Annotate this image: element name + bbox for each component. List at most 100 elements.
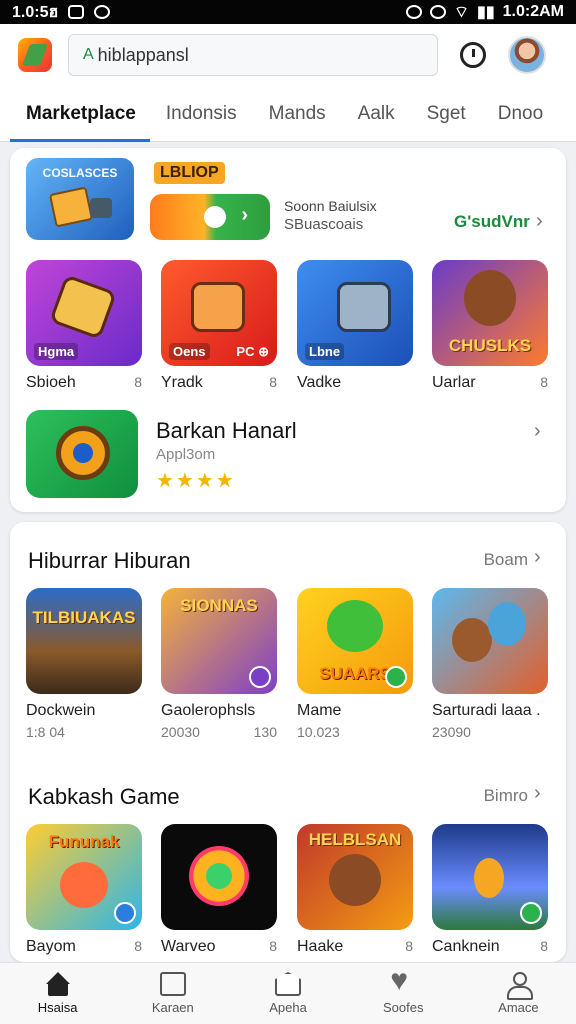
search-value: hiblappansl	[97, 44, 189, 65]
section-title: Kabkash Game	[28, 784, 180, 809]
nav-favorites[interactable]: Soofes	[346, 963, 461, 1024]
app-card[interactable]: SIONNAS Gaolerophsls 20030 130	[161, 588, 277, 740]
nav-apps[interactable]: Apeha	[230, 963, 345, 1024]
app-name: Sbioeh	[26, 374, 76, 391]
search-input[interactable]: A hiblappansl	[68, 34, 438, 76]
status-time-right: 1.0:2AM	[502, 3, 564, 20]
app-downloads: 10.023	[297, 724, 340, 740]
nav-label: Hsaisa	[37, 1000, 78, 1015]
sync-icon	[94, 5, 111, 19]
home-icon	[45, 972, 71, 996]
app-card[interactable]: Oens PC ⊕ Yradk 8	[161, 260, 277, 392]
badge-icon	[520, 902, 542, 924]
app-icon	[432, 824, 548, 930]
app-card[interactable]: TILBIUAKAS Dockwein 1:8 04	[26, 588, 142, 740]
app-icon: CHUSLKS	[432, 260, 548, 366]
tab-aalk[interactable]: Aalk	[342, 86, 411, 142]
tab-marketplace[interactable]: Marketplace	[0, 86, 150, 142]
chevron-right-icon[interactable]: ›	[534, 546, 541, 569]
app-downloads: 20030	[161, 724, 200, 740]
app-card[interactable]: CHUSLKS Uarlar 8	[432, 260, 548, 392]
featured-app-icon[interactable]	[26, 410, 138, 498]
app-meta: 8	[540, 374, 548, 390]
nav-home[interactable]: Hsaisa	[0, 963, 115, 1024]
app-logo[interactable]	[18, 38, 52, 72]
person-icon	[505, 972, 534, 1000]
app-icon: SIONNAS	[161, 588, 277, 694]
chevron-right-icon[interactable]: ›	[534, 782, 541, 805]
nav-label: Karaen	[151, 1000, 194, 1015]
app-card[interactable]: Hgma Sbioeh 8	[26, 260, 142, 392]
featured-card: COSLASCES LBLIOP › Soonn Baiulsix SBuasc…	[10, 148, 566, 512]
app-name: Canknein	[432, 938, 500, 955]
app-card[interactable]: Canknein 8	[432, 824, 548, 956]
app-card[interactable]: HELBLSAN Haake 8	[297, 824, 413, 956]
app-card[interactable]: Warveo 8	[161, 824, 277, 956]
history-icon[interactable]	[460, 42, 486, 68]
app-icon: Fununak	[26, 824, 142, 930]
tab-dnoo[interactable]: Dnoo	[482, 86, 559, 142]
chevron-right-icon[interactable]: ›	[536, 210, 543, 233]
avatar[interactable]	[508, 36, 546, 74]
app-icon: HELBLSAN	[297, 824, 413, 930]
app-name: Vadke	[297, 374, 342, 391]
app-size: 130	[253, 724, 277, 740]
nav-label: Apeha	[269, 1000, 307, 1015]
app-icon: SUAARS	[297, 588, 413, 694]
chevron-right-icon[interactable]: ›	[534, 420, 541, 443]
heart-icon	[390, 964, 416, 998]
badge-icon	[249, 666, 271, 688]
signal-icon: ▮▮	[477, 4, 495, 21]
section-more-link[interactable]: Bimro	[484, 786, 528, 806]
banner-title: LBLIOP	[154, 162, 225, 184]
app-icon: Oens PC ⊕	[161, 260, 277, 366]
app-card[interactable]: Fununak Bayom 8	[26, 824, 142, 956]
badge-icon	[114, 902, 136, 924]
app-icon: Hgma	[26, 260, 142, 366]
tab-bar: Marketplace Indonsis Mands Aalk Sget Dno…	[0, 86, 576, 142]
wifi-icon: ⌔	[453, 4, 470, 21]
bookmark-icon	[159, 972, 186, 996]
tab-mands[interactable]: Mands	[253, 86, 342, 142]
app-name: Uarlar	[432, 374, 476, 391]
nav-account[interactable]: Amace	[461, 963, 576, 1024]
banner-play-button[interactable]: ›	[150, 194, 270, 240]
app-meta: 8	[269, 374, 277, 390]
notification-icon	[68, 5, 85, 19]
banner-subtitle: Soonn Baiulsix	[284, 198, 377, 214]
house-icon	[275, 972, 301, 996]
featured-app-subtitle: Appl3om	[156, 446, 216, 463]
app-name: Mame	[297, 702, 342, 719]
app-card[interactable]: Sarturadi laaa . 23090	[432, 588, 548, 740]
sections-card: Hiburrar Hiburan Boam › TILBIUAKAS Dockw…	[10, 522, 566, 962]
banner-subtitle-2: SBuascoais	[284, 216, 364, 233]
app-meta: 8	[134, 938, 142, 954]
app-icon: Lbne	[297, 260, 413, 366]
app-meta: 8	[540, 938, 548, 954]
app-name: Yradk	[161, 374, 203, 391]
app-name: Sarturadi laaa .	[432, 702, 541, 719]
dnd-icon	[429, 5, 446, 19]
badge-icon	[385, 666, 407, 688]
app-card[interactable]: Lbne Vadke	[297, 260, 413, 392]
banner-image-caption: COSLASCES	[42, 166, 118, 180]
alarm-icon	[405, 5, 422, 19]
app-meta: 8	[134, 374, 142, 390]
nav-label: Soofes	[382, 1000, 424, 1015]
banner-link[interactable]: G'sudVnr	[454, 212, 530, 232]
app-icon	[161, 824, 277, 930]
app-name: Bayom	[26, 938, 76, 955]
app-name: Warveo	[161, 938, 216, 955]
app-name: Dockwein	[26, 702, 96, 719]
section-title: Hiburrar Hiburan	[28, 548, 191, 573]
tab-indonsis[interactable]: Indonsis	[150, 86, 253, 142]
app-downloads: 23090	[432, 724, 471, 740]
search-icon: A	[83, 46, 94, 63]
banner-image[interactable]: COSLASCES	[26, 158, 134, 240]
tab-sget[interactable]: Sget	[411, 86, 482, 142]
nav-library[interactable]: Karaen	[115, 963, 230, 1024]
app-card[interactable]: SUAARS Mame 10.023	[297, 588, 413, 740]
rating-stars: ★★★★	[156, 470, 236, 492]
section-more-link[interactable]: Boam	[484, 550, 528, 570]
featured-app-title[interactable]: Barkan Hanarl	[156, 418, 297, 444]
